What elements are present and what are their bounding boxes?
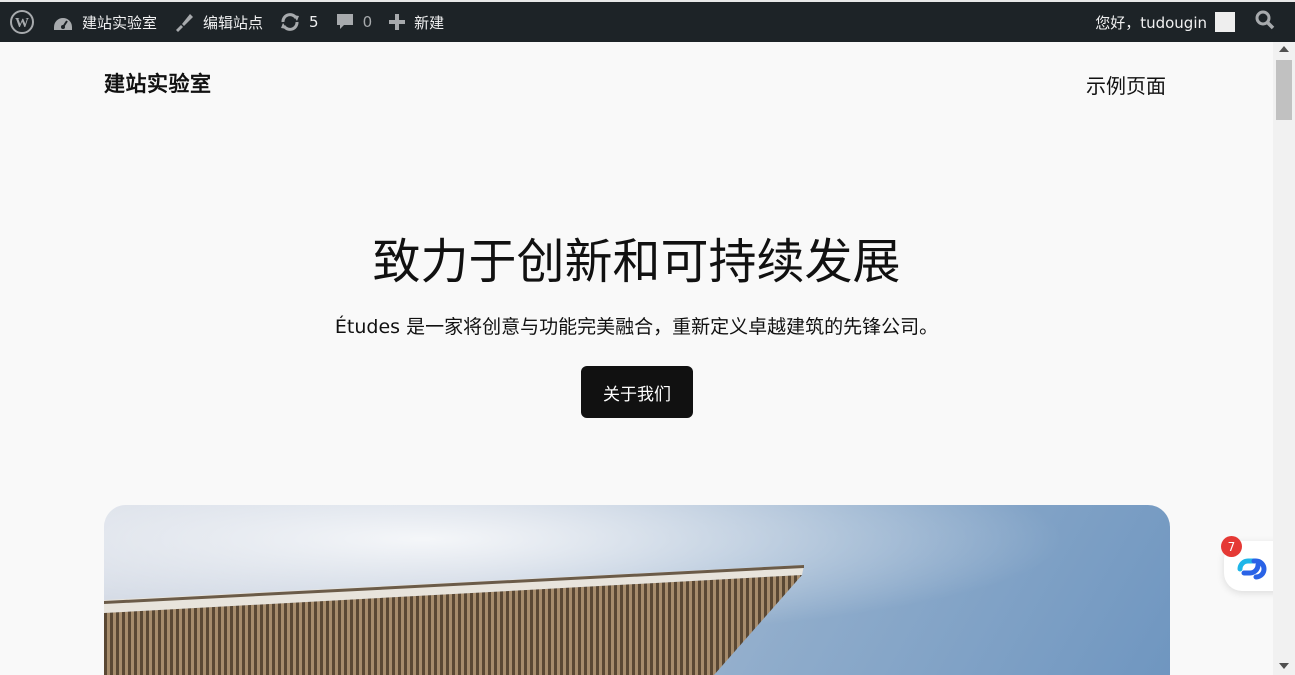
- scroll-up-arrow-icon[interactable]: [1279, 46, 1289, 52]
- search-button[interactable]: [1255, 10, 1275, 34]
- dashboard-icon: [52, 12, 74, 32]
- search-icon: [1255, 10, 1275, 34]
- edit-site-label: 编辑站点: [203, 13, 264, 32]
- updates-count: 5: [309, 13, 319, 31]
- comments-button[interactable]: 0: [327, 2, 381, 42]
- notification-badge: 7: [1221, 536, 1242, 557]
- hero-description: Études 是一家将创意与功能完美融合，重新定义卓越建筑的先锋公司。: [334, 316, 939, 338]
- comments-count: 0: [362, 13, 373, 31]
- svg-text:W: W: [15, 16, 29, 31]
- new-label: 新建: [414, 13, 445, 32]
- edit-site-button[interactable]: 编辑站点: [165, 2, 271, 42]
- account-menu[interactable]: 您好，tudougin: [1095, 2, 1235, 42]
- site-name-label: 建站实验室: [82, 13, 158, 32]
- greeting-text: 您好，tudougin: [1095, 13, 1207, 32]
- wordpress-icon: W: [10, 10, 34, 34]
- scrollbar-thumb[interactable]: [1276, 60, 1292, 120]
- site-title[interactable]: 建站实验室: [104, 68, 212, 98]
- wordpress-logo-button[interactable]: W: [0, 2, 44, 42]
- site-name-menu[interactable]: 建站实验室: [44, 2, 165, 42]
- scrollbar[interactable]: [1273, 42, 1295, 675]
- brush-icon: [173, 11, 195, 33]
- updates-icon: [279, 12, 301, 32]
- plus-icon: [388, 13, 406, 31]
- comment-icon: [335, 12, 355, 32]
- hero-image: [104, 505, 1170, 675]
- updates-button[interactable]: 5: [271, 2, 327, 42]
- hero-title: 致力于创新和可持续发展: [372, 234, 901, 290]
- admin-bar: W 建站实验室 编辑站点 5 0 新建 您好，tudougin: [0, 0, 1295, 42]
- building-roof-illustration: [104, 505, 1170, 675]
- nav-link-sample-page[interactable]: 示例页面: [1086, 70, 1166, 99]
- avatar: [1215, 12, 1235, 32]
- about-us-button[interactable]: 关于我们: [581, 366, 693, 418]
- scroll-down-arrow-icon[interactable]: [1279, 663, 1289, 669]
- new-content-button[interactable]: 新建: [380, 2, 452, 42]
